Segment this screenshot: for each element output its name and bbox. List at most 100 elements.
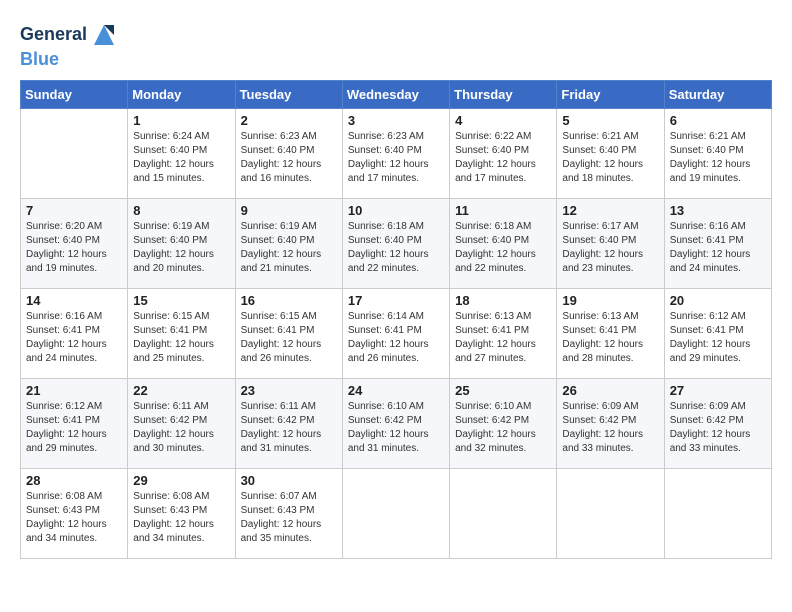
calendar-cell: 11Sunrise: 6:18 AMSunset: 6:40 PMDayligh… <box>450 198 557 288</box>
calendar-week-row: 7 Sunrise: 6:20 AMSunset: 6:40 PMDaylight… <box>21 198 772 288</box>
weekday-header: Monday <box>128 80 235 108</box>
calendar-table: SundayMondayTuesdayWednesdayThursdayFrid… <box>20 80 772 559</box>
day-number: 3 <box>348 113 444 128</box>
calendar-cell: 2Sunrise: 6:23 AMSunset: 6:40 PMDaylight… <box>235 108 342 198</box>
calendar-cell: 27 Sunrise: 6:09 AMSunset: 6:42 PMDayligh… <box>664 378 771 468</box>
calendar-cell: 6 Sunrise: 6:21 AMSunset: 6:40 PMDaylight… <box>664 108 771 198</box>
day-number: 24 <box>348 383 444 398</box>
day-number: 12 <box>562 203 658 218</box>
day-info: Sunrise: 6:09 AMSunset: 6:42 PMDaylight:… <box>562 400 658 456</box>
day-info: Sunrise: 6:12 AMSunset: 6:41 PMDaylight:… <box>26 400 122 456</box>
weekday-header: Wednesday <box>342 80 449 108</box>
weekday-header: Saturday <box>664 80 771 108</box>
day-number: 6 <box>670 113 766 128</box>
day-number: 22 <box>133 383 229 398</box>
day-info: Sunrise: 6:10 AMSunset: 6:42 PMDaylight:… <box>348 400 444 456</box>
day-info: Sunrise: 6:17 AMSunset: 6:40 PMDaylight:… <box>562 220 658 276</box>
calendar-cell: 25 Sunrise: 6:10 AMSunset: 6:42 PMDayligh… <box>450 378 557 468</box>
day-number: 28 <box>26 473 122 488</box>
calendar-week-row: 1Sunrise: 6:24 AMSunset: 6:40 PMDaylight… <box>21 108 772 198</box>
calendar-cell: 5 Sunrise: 6:21 AMSunset: 6:40 PMDaylight… <box>557 108 664 198</box>
calendar-week-row: 28 Sunrise: 6:08 AMSunset: 6:43 PMDayligh… <box>21 468 772 558</box>
day-number: 23 <box>241 383 337 398</box>
day-info: Sunrise: 6:13 AMSunset: 6:41 PMDaylight:… <box>455 310 551 366</box>
day-info: Sunrise: 6:20 AMSunset: 6:40 PMDaylight:… <box>26 220 122 276</box>
day-number: 8 <box>133 203 229 218</box>
logo-icon <box>89 20 119 50</box>
calendar-cell: 9 Sunrise: 6:19 AMSunset: 6:40 PMDaylight… <box>235 198 342 288</box>
day-info: Sunrise: 6:11 AMSunset: 6:42 PMDaylight:… <box>241 400 337 456</box>
calendar-cell: 19 Sunrise: 6:13 AMSunset: 6:41 PMDayligh… <box>557 288 664 378</box>
calendar-cell: 16 Sunrise: 6:15 AMSunset: 6:41 PMDayligh… <box>235 288 342 378</box>
day-number: 13 <box>670 203 766 218</box>
weekday-header: Thursday <box>450 80 557 108</box>
calendar-cell: 10 Sunrise: 6:18 AMSunset: 6:40 PMDayligh… <box>342 198 449 288</box>
calendar-cell: 13 Sunrise: 6:16 AMSunset: 6:41 PMDayligh… <box>664 198 771 288</box>
day-info: Sunrise: 6:12 AMSunset: 6:41 PMDaylight:… <box>670 310 766 366</box>
day-info: Sunrise: 6:15 AMSunset: 6:41 PMDaylight:… <box>133 310 229 366</box>
day-number: 29 <box>133 473 229 488</box>
day-info: Sunrise: 6:16 AMSunset: 6:41 PMDaylight:… <box>670 220 766 276</box>
calendar-cell: 18 Sunrise: 6:13 AMSunset: 6:41 PMDayligh… <box>450 288 557 378</box>
day-number: 16 <box>241 293 337 308</box>
day-info: Sunrise: 6:08 AMSunset: 6:43 PMDaylight:… <box>26 490 122 546</box>
day-info: Sunrise: 6:18 AMSunset: 6:40 PMDaylight:… <box>455 220 551 276</box>
day-number: 17 <box>348 293 444 308</box>
calendar-week-row: 14 Sunrise: 6:16 AMSunset: 6:41 PMDayligh… <box>21 288 772 378</box>
day-number: 14 <box>26 293 122 308</box>
day-info: Sunrise: 6:11 AMSunset: 6:42 PMDaylight:… <box>133 400 229 456</box>
day-info: Sunrise: 6:16 AMSunset: 6:41 PMDaylight:… <box>26 310 122 366</box>
day-info: Sunrise: 6:08 AMSunset: 6:43 PMDaylight:… <box>133 490 229 546</box>
calendar-cell <box>342 468 449 558</box>
calendar-cell: 20 Sunrise: 6:12 AMSunset: 6:41 PMDayligh… <box>664 288 771 378</box>
day-number: 9 <box>241 203 337 218</box>
day-info: Sunrise: 6:14 AMSunset: 6:41 PMDaylight:… <box>348 310 444 366</box>
page-header: General Blue <box>20 20 772 70</box>
calendar-cell <box>664 468 771 558</box>
calendar-cell <box>450 468 557 558</box>
calendar-cell: 24 Sunrise: 6:10 AMSunset: 6:42 PMDayligh… <box>342 378 449 468</box>
day-info: Sunrise: 6:23 AMSunset: 6:40 PMDaylight:… <box>241 130 337 186</box>
calendar-cell: 23 Sunrise: 6:11 AMSunset: 6:42 PMDayligh… <box>235 378 342 468</box>
calendar-cell: 7 Sunrise: 6:20 AMSunset: 6:40 PMDaylight… <box>21 198 128 288</box>
calendar-cell: 3 Sunrise: 6:23 AMSunset: 6:40 PMDaylight… <box>342 108 449 198</box>
day-info: Sunrise: 6:24 AMSunset: 6:40 PMDaylight:… <box>133 130 229 186</box>
weekday-row: SundayMondayTuesdayWednesdayThursdayFrid… <box>21 80 772 108</box>
day-number: 7 <box>26 203 122 218</box>
calendar-cell: 26Sunrise: 6:09 AMSunset: 6:42 PMDayligh… <box>557 378 664 468</box>
day-number: 27 <box>670 383 766 398</box>
day-info: Sunrise: 6:19 AMSunset: 6:40 PMDaylight:… <box>133 220 229 276</box>
weekday-header: Sunday <box>21 80 128 108</box>
day-number: 30 <box>241 473 337 488</box>
calendar-cell: 15Sunrise: 6:15 AMSunset: 6:41 PMDayligh… <box>128 288 235 378</box>
day-info: Sunrise: 6:10 AMSunset: 6:42 PMDaylight:… <box>455 400 551 456</box>
day-info: Sunrise: 6:09 AMSunset: 6:42 PMDaylight:… <box>670 400 766 456</box>
day-info: Sunrise: 6:21 AMSunset: 6:40 PMDaylight:… <box>670 130 766 186</box>
day-number: 21 <box>26 383 122 398</box>
day-number: 10 <box>348 203 444 218</box>
calendar-week-row: 21 Sunrise: 6:12 AMSunset: 6:41 PMDayligh… <box>21 378 772 468</box>
day-number: 5 <box>562 113 658 128</box>
day-info: Sunrise: 6:15 AMSunset: 6:41 PMDaylight:… <box>241 310 337 366</box>
calendar-cell: 30Sunrise: 6:07 AMSunset: 6:43 PMDayligh… <box>235 468 342 558</box>
day-number: 20 <box>670 293 766 308</box>
day-info: Sunrise: 6:21 AMSunset: 6:40 PMDaylight:… <box>562 130 658 186</box>
day-info: Sunrise: 6:23 AMSunset: 6:40 PMDaylight:… <box>348 130 444 186</box>
logo-text: General Blue <box>20 20 119 70</box>
calendar-cell: 17 Sunrise: 6:14 AMSunset: 6:41 PMDayligh… <box>342 288 449 378</box>
day-info: Sunrise: 6:19 AMSunset: 6:40 PMDaylight:… <box>241 220 337 276</box>
day-number: 18 <box>455 293 551 308</box>
logo: General Blue <box>20 20 119 70</box>
calendar-body: 1Sunrise: 6:24 AMSunset: 6:40 PMDaylight… <box>21 108 772 558</box>
calendar-cell <box>21 108 128 198</box>
calendar-cell: 1Sunrise: 6:24 AMSunset: 6:40 PMDaylight… <box>128 108 235 198</box>
calendar-cell <box>557 468 664 558</box>
calendar-cell: 8 Sunrise: 6:19 AMSunset: 6:40 PMDaylight… <box>128 198 235 288</box>
day-number: 25 <box>455 383 551 398</box>
day-number: 19 <box>562 293 658 308</box>
day-info: Sunrise: 6:18 AMSunset: 6:40 PMDaylight:… <box>348 220 444 276</box>
calendar-cell: 21 Sunrise: 6:12 AMSunset: 6:41 PMDayligh… <box>21 378 128 468</box>
day-info: Sunrise: 6:13 AMSunset: 6:41 PMDaylight:… <box>562 310 658 366</box>
calendar-cell: 14 Sunrise: 6:16 AMSunset: 6:41 PMDayligh… <box>21 288 128 378</box>
calendar-cell: 4Sunrise: 6:22 AMSunset: 6:40 PMDaylight… <box>450 108 557 198</box>
